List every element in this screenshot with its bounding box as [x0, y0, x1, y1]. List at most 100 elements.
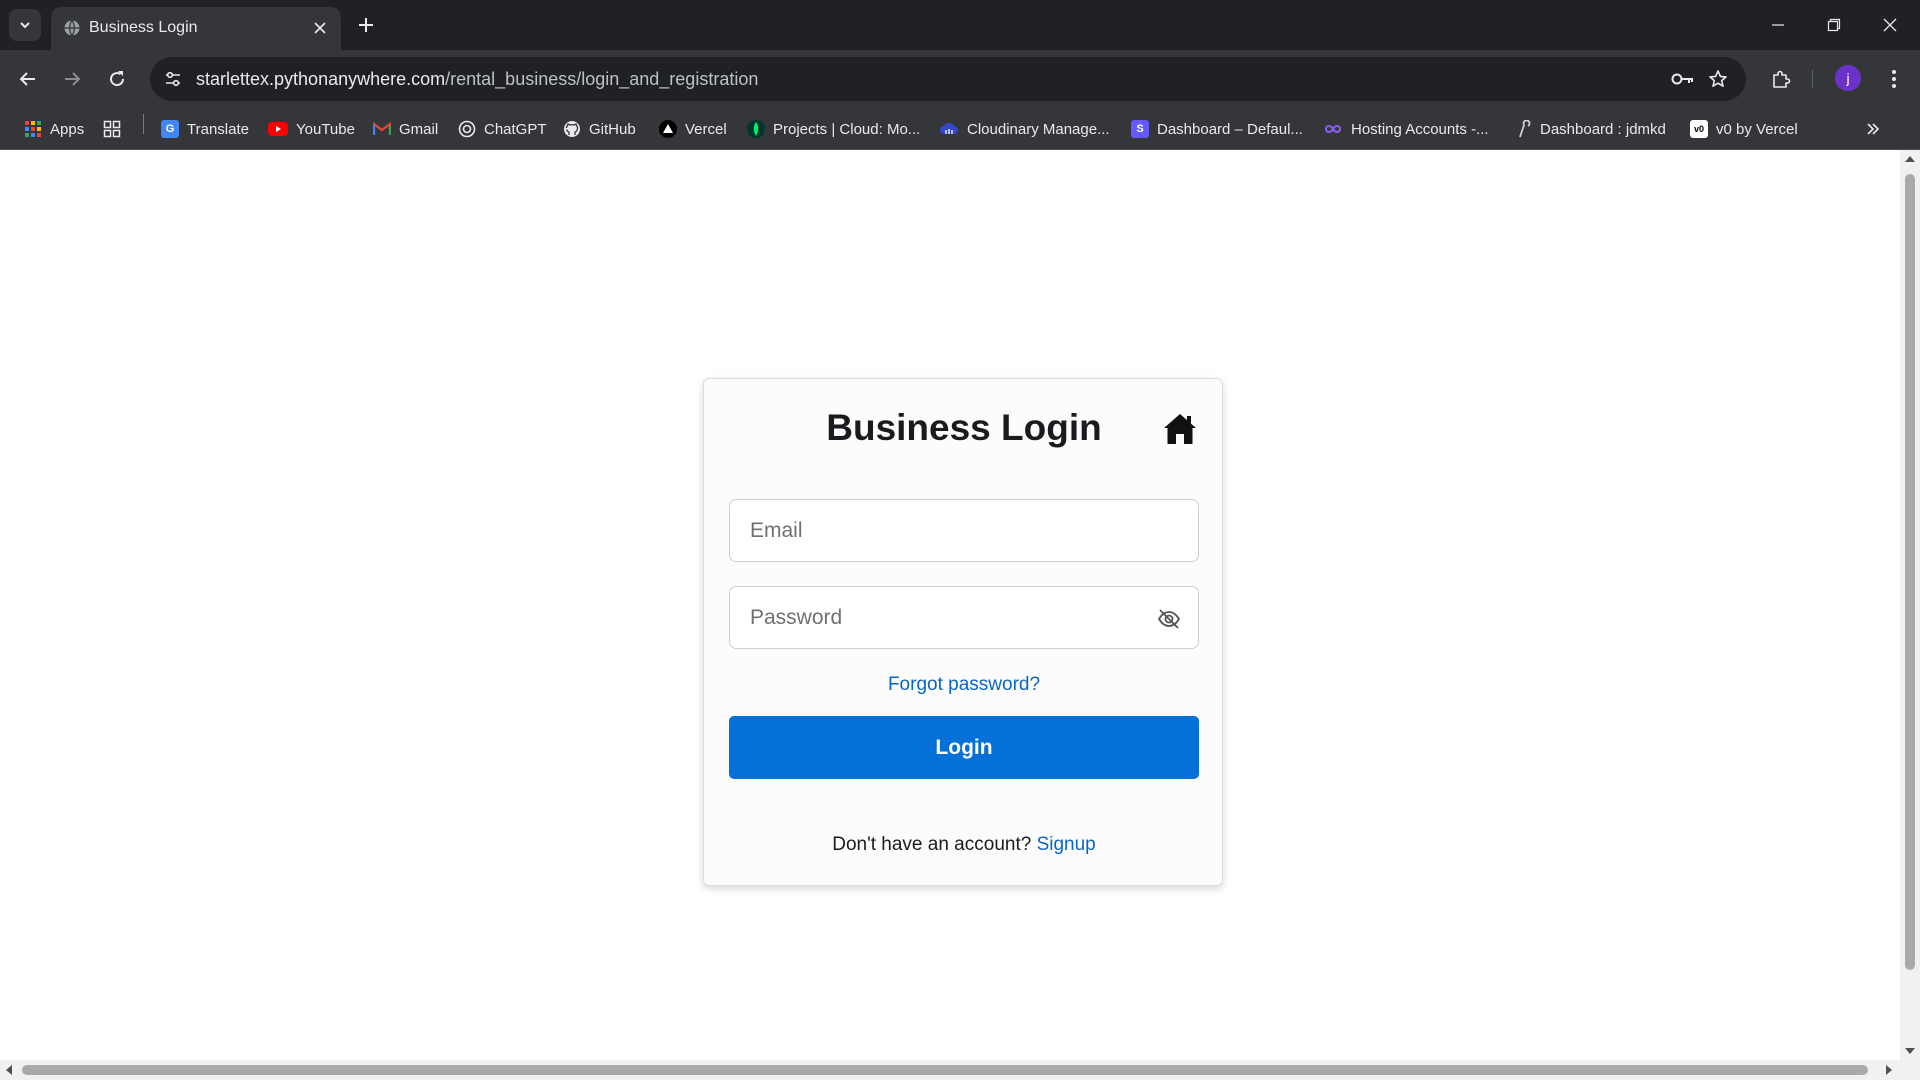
tab-groups-button[interactable] — [103, 116, 121, 142]
arrow-right-icon — [65, 72, 81, 86]
login-card: Business Login Forgot password? Login Do… — [703, 378, 1223, 886]
tune-icon — [166, 71, 180, 87]
bookmark-label: Gmail — [399, 120, 439, 138]
password-key-button[interactable] — [1670, 66, 1696, 92]
bookmark-hosting[interactable]: Hosting Accounts -... — [1323, 116, 1489, 142]
profile-avatar[interactable]: j — [1835, 65, 1861, 91]
eye-off-icon[interactable] — [1156, 606, 1182, 632]
bookmarks-bar: Apps G Translate YouTube Gmail ChatGPT G… — [0, 108, 1920, 150]
vertical-scrollbar[interactable] — [1900, 150, 1920, 1060]
reload-button[interactable] — [101, 63, 133, 95]
close-icon — [314, 22, 326, 34]
signup-prompt-text: Don't have an account? — [832, 834, 1032, 855]
scroll-down-arrow-icon[interactable] — [1905, 1048, 1915, 1054]
minimize-icon — [1772, 24, 1784, 26]
bookmark-pythonanywhere[interactable]: Dashboard : jdmkd — [1516, 116, 1666, 142]
bookmark-label: Cloudinary Manage... — [967, 120, 1110, 138]
forgot-password-link[interactable]: Forgot password? — [704, 673, 1224, 697]
scroll-left-arrow-icon[interactable] — [6, 1065, 12, 1075]
bookmark-github[interactable]: GitHub — [563, 116, 636, 142]
restore-icon — [1827, 18, 1841, 32]
key-icon — [1671, 73, 1693, 85]
url-path: /rental_business/login_and_registration — [445, 69, 759, 89]
chatgpt-icon — [458, 120, 476, 138]
tab-search-button[interactable] — [9, 9, 41, 41]
gmail-icon — [373, 122, 391, 135]
new-tab-button[interactable] — [352, 11, 380, 39]
password-input[interactable] — [730, 587, 1198, 648]
tab-title: Business Login — [89, 19, 198, 36]
bookmark-label: Dashboard – Defaul... — [1157, 120, 1303, 138]
bookmark-label: Hosting Accounts -... — [1351, 120, 1489, 138]
horizontal-scrollbar[interactable] — [0, 1060, 1900, 1080]
bookmark-label: ChatGPT — [484, 120, 547, 138]
vercel-icon — [659, 120, 677, 138]
puzzle-icon — [1773, 70, 1791, 88]
bookmark-mongodb[interactable]: Projects | Cloud: Mo... — [747, 116, 920, 142]
chevron-double-right-icon — [1867, 123, 1880, 135]
bookmark-label: Apps — [50, 120, 85, 138]
bookmark-label: Translate — [187, 120, 249, 138]
reload-icon — [110, 71, 125, 87]
browser-toolbar: starlettex.pythonanywhere.com/rental_bus… — [0, 50, 1920, 108]
bookmark-gmail[interactable]: Gmail — [373, 116, 438, 142]
youtube-icon — [268, 122, 288, 136]
infinity-icon — [1324, 125, 1342, 133]
bookmark-label: Vercel — [685, 120, 727, 138]
bookmark-stripe-dashboard[interactable]: S Dashboard – Defaul... — [1131, 116, 1303, 142]
email-field — [729, 499, 1199, 562]
more-bookmarks-button[interactable] — [1866, 116, 1880, 142]
star-icon — [1709, 70, 1727, 87]
stripe-icon: S — [1131, 120, 1149, 138]
bookmark-youtube[interactable]: YouTube — [268, 116, 355, 142]
chevron-down-icon — [20, 22, 30, 29]
toolbar-divider — [1812, 70, 1813, 88]
bookmark-label: Dashboard : jdmkd — [1540, 120, 1666, 138]
extensions-button[interactable] — [1765, 63, 1797, 95]
back-button[interactable] — [12, 63, 44, 95]
scrollbar-corner — [1900, 1060, 1920, 1080]
login-button[interactable]: Login — [729, 716, 1199, 779]
signup-prompt: Don't have an account? Signup — [704, 833, 1224, 857]
bookmark-chatgpt[interactable]: ChatGPT — [458, 116, 547, 142]
address-bar[interactable]: starlettex.pythonanywhere.com/rental_bus… — [150, 57, 1746, 101]
horizontal-scroll-thumb[interactable] — [22, 1065, 1868, 1075]
bookmark-label: GitHub — [589, 120, 636, 138]
tab-close-button[interactable] — [309, 17, 331, 39]
bookmark-label: YouTube — [296, 120, 355, 138]
kebab-menu-icon — [1892, 70, 1896, 88]
globe-icon — [64, 20, 80, 36]
arrow-left-icon — [19, 72, 35, 86]
password-field — [729, 586, 1199, 649]
signup-link[interactable]: Signup — [1037, 834, 1096, 855]
mongodb-leaf-icon — [747, 120, 765, 138]
bookmark-label: v0 by Vercel — [1716, 120, 1798, 138]
minimize-button[interactable] — [1750, 0, 1806, 50]
pythonanywhere-icon — [1519, 120, 1531, 138]
bookmark-cloudinary[interactable]: Cloudinary Manage... — [939, 116, 1110, 142]
bookmark-apps[interactable]: Apps — [24, 116, 84, 142]
restore-button[interactable] — [1806, 0, 1862, 50]
bookmarks-divider — [143, 114, 144, 134]
active-tab[interactable]: Business Login — [51, 7, 341, 50]
close-icon — [1883, 18, 1897, 32]
bookmark-label: Projects | Cloud: Mo... — [773, 120, 921, 138]
vertical-scroll-thumb[interactable] — [1905, 174, 1915, 970]
page-title: Business Login — [826, 407, 1102, 448]
github-icon — [564, 121, 580, 137]
scroll-up-arrow-icon[interactable] — [1905, 156, 1915, 162]
bookmark-translate[interactable]: G Translate — [161, 116, 249, 142]
scroll-right-arrow-icon[interactable] — [1886, 1065, 1892, 1075]
bookmark-star-button[interactable] — [1705, 66, 1731, 92]
bookmark-vercel[interactable]: Vercel — [659, 116, 727, 142]
url-host: starlettex.pythonanywhere.com — [196, 69, 446, 89]
bookmark-v0[interactable]: v0 v0 by Vercel — [1690, 116, 1798, 142]
forward-button[interactable] — [56, 63, 88, 95]
home-icon[interactable] — [1162, 411, 1198, 447]
translate-icon: G — [161, 120, 179, 138]
email-input[interactable] — [730, 500, 1198, 561]
site-info-button[interactable] — [160, 66, 186, 92]
browser-menu-button[interactable] — [1878, 63, 1910, 95]
tab-groups-icon — [103, 120, 121, 138]
close-window-button[interactable] — [1862, 0, 1918, 50]
